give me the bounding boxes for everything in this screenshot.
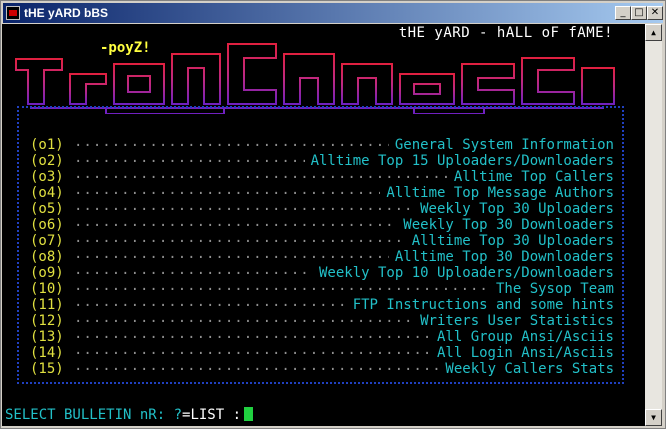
bulletin-item[interactable]: (15)....................................…	[30, 358, 614, 377]
terminal-screen[interactable]: tHE yARD - hALL oF fAME! -poyZ! (o1) ...…	[2, 24, 645, 426]
vertical-scrollbar[interactable]: ▲ ▼	[645, 24, 662, 426]
command-prompt[interactable]: SELECT BULLETIN nR: ?=LIST :	[5, 407, 254, 423]
title-bar[interactable]: tHE yARD bBS _ □ ✕	[3, 3, 663, 23]
bulletin-number: (o8)	[30, 249, 64, 265]
bulletin-number: (11)	[30, 297, 64, 313]
bulletin-number: (12)	[30, 313, 64, 329]
window-title: tHE yARD bBS	[24, 6, 109, 20]
bulletin-number: (o7)	[30, 233, 64, 249]
minimize-button[interactable]: _	[615, 6, 631, 20]
bulletin-number: (o3)	[30, 169, 64, 185]
bulletin-number: (13)	[30, 329, 64, 345]
bulletin-number: (o5)	[30, 201, 64, 217]
app-icon[interactable]	[6, 6, 20, 20]
prompt-suffix: =LIST :	[182, 407, 242, 423]
bulletin-number: (14)	[30, 345, 64, 361]
bulletin-number: (10)	[30, 281, 64, 297]
text-cursor	[244, 407, 254, 421]
bulletin-number: (o4)	[30, 185, 64, 201]
author-tag: -poyZ!	[100, 40, 151, 56]
bulletin-number: (o2)	[30, 153, 64, 169]
bulletin-number: (o1)	[30, 137, 64, 153]
bulletin-number: (o9)	[30, 265, 64, 281]
scroll-up-button[interactable]: ▲	[645, 24, 662, 41]
prompt-label: SELECT BULLETIN nR: ?	[5, 407, 183, 423]
scroll-down-button[interactable]: ▼	[645, 409, 662, 426]
close-button[interactable]: ✕	[647, 6, 663, 20]
maximize-button[interactable]: □	[631, 6, 647, 20]
bulletin-number: (o6)	[30, 217, 64, 233]
bulletin-number: (15)	[30, 361, 64, 377]
bulletin-label: Weekly Callers Stats	[439, 361, 614, 377]
